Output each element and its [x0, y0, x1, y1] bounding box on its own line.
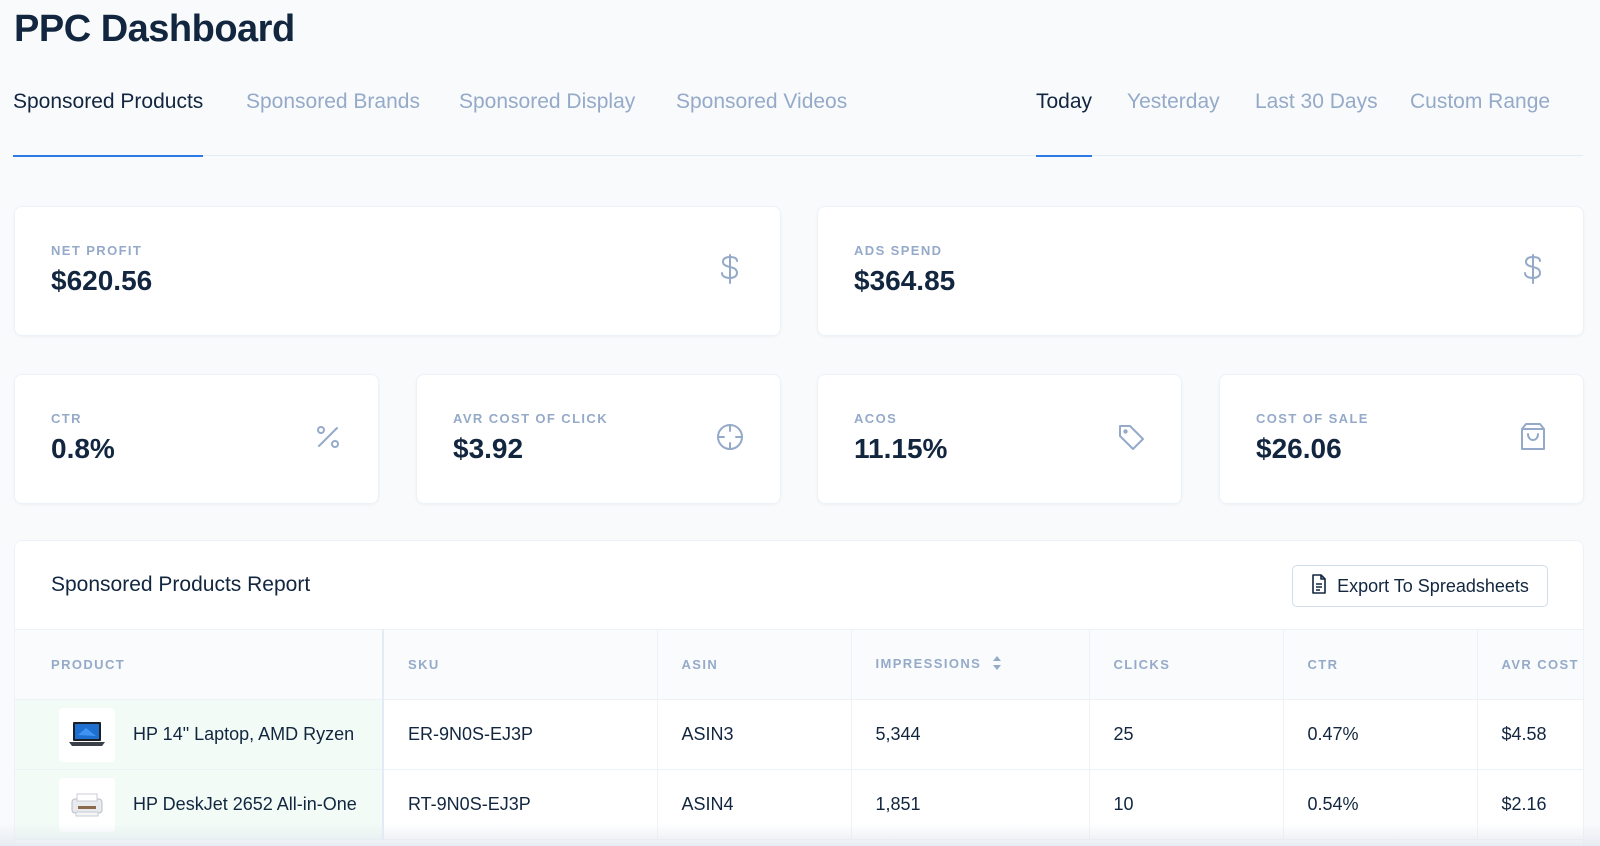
- cost-of-sale-card: COST OF SALE $26.06: [1219, 374, 1584, 504]
- tab-sponsored-products[interactable]: Sponsored Products: [13, 86, 203, 156]
- bottom-scroll-fade: [0, 824, 1600, 846]
- column-header-clicks[interactable]: CLICKS: [1089, 630, 1283, 700]
- shopping-bag-icon: [1517, 421, 1549, 453]
- column-header-asin[interactable]: ASIN: [657, 630, 851, 700]
- column-header-avr-cost[interactable]: AVR COST OF CLICK: [1477, 630, 1584, 700]
- ctr-label: CTR: [51, 411, 82, 426]
- laptop-thumbnail: [59, 708, 115, 762]
- ctr-cell: 0.47%: [1283, 700, 1477, 770]
- sponsored-products-report: Sponsored Products Report Export To Spre…: [14, 540, 1584, 846]
- product-name[interactable]: HP DeskJet 2652 All-in-One: [133, 794, 357, 815]
- ctr-value: 0.8%: [51, 433, 115, 465]
- net-profit-label: NET PROFIT: [51, 243, 142, 258]
- sort-icon[interactable]: [992, 655, 1002, 674]
- column-header-ctr[interactable]: CTR: [1283, 630, 1477, 700]
- tag-icon: [1115, 421, 1147, 453]
- tab-yesterday[interactable]: Yesterday: [1127, 86, 1220, 156]
- ads-spend-value: $364.85: [854, 265, 955, 297]
- avr-cost-cell: $4.58: [1477, 700, 1584, 770]
- export-button-label: Export To Spreadsheets: [1337, 576, 1529, 597]
- tab-last-30-days[interactable]: Last 30 Days: [1255, 86, 1378, 156]
- export-spreadsheets-button[interactable]: Export To Spreadsheets: [1292, 565, 1548, 607]
- product-name[interactable]: HP 14" Laptop, AMD Ryzen: [133, 724, 354, 745]
- table-header-row: PRODUCT SKU ASIN IMPRESSIONS CLICKS CTR …: [15, 630, 1584, 700]
- net-profit-value: $620.56: [51, 265, 152, 297]
- tab-sponsored-display[interactable]: Sponsored Display: [459, 86, 635, 156]
- product-cell: HP 14" Laptop, AMD Ryzen: [15, 700, 383, 770]
- sku-cell: ER-9N0S-EJ3P: [383, 700, 657, 770]
- column-header-impressions[interactable]: IMPRESSIONS: [851, 630, 1089, 700]
- asin-cell: ASIN3: [657, 700, 851, 770]
- tabs-row: Sponsored Products Sponsored Brands Spon…: [13, 86, 1583, 156]
- avr-cost-click-label: AVR COST OF CLICK: [453, 411, 608, 426]
- ads-spend-label: ADS SPEND: [854, 243, 942, 258]
- document-icon: [1311, 574, 1327, 599]
- avr-cost-click-value: $3.92: [453, 433, 523, 465]
- dollar-icon: [1517, 253, 1549, 285]
- column-header-sku[interactable]: SKU: [383, 630, 657, 700]
- cost-of-sale-label: COST OF SALE: [1256, 411, 1369, 426]
- column-header-product[interactable]: PRODUCT: [15, 630, 383, 700]
- tab-sponsored-videos[interactable]: Sponsored Videos: [676, 86, 847, 156]
- report-table-wrapper[interactable]: PRODUCT SKU ASIN IMPRESSIONS CLICKS CTR …: [15, 629, 1584, 840]
- clicks-cell: 25: [1089, 700, 1283, 770]
- avr-cost-click-card: AVR COST OF CLICK $3.92: [416, 374, 781, 504]
- impressions-header-label: IMPRESSIONS: [876, 656, 982, 671]
- impressions-cell: 5,344: [851, 700, 1089, 770]
- percent-icon: [312, 421, 344, 453]
- dollar-icon: [714, 253, 746, 285]
- net-profit-card: NET PROFIT $620.56: [14, 206, 781, 336]
- report-table: PRODUCT SKU ASIN IMPRESSIONS CLICKS CTR …: [15, 629, 1584, 840]
- page-title: PPC Dashboard: [14, 8, 295, 51]
- crosshair-icon: [714, 421, 746, 453]
- report-title: Sponsored Products Report: [51, 573, 310, 597]
- cost-of-sale-value: $26.06: [1256, 433, 1342, 465]
- acos-label: ACOS: [854, 411, 897, 426]
- ctr-card: CTR 0.8%: [14, 374, 379, 504]
- acos-value: 11.15%: [854, 433, 947, 465]
- ads-spend-card: ADS SPEND $364.85: [817, 206, 1584, 336]
- acos-card: ACOS 11.15%: [817, 374, 1182, 504]
- table-row[interactable]: HP 14" Laptop, AMD Ryzen ER-9N0S-EJ3P AS…: [15, 700, 1584, 770]
- tab-today[interactable]: Today: [1036, 86, 1092, 156]
- tab-custom-range[interactable]: Custom Range: [1410, 86, 1550, 156]
- tab-sponsored-brands[interactable]: Sponsored Brands: [246, 86, 420, 156]
